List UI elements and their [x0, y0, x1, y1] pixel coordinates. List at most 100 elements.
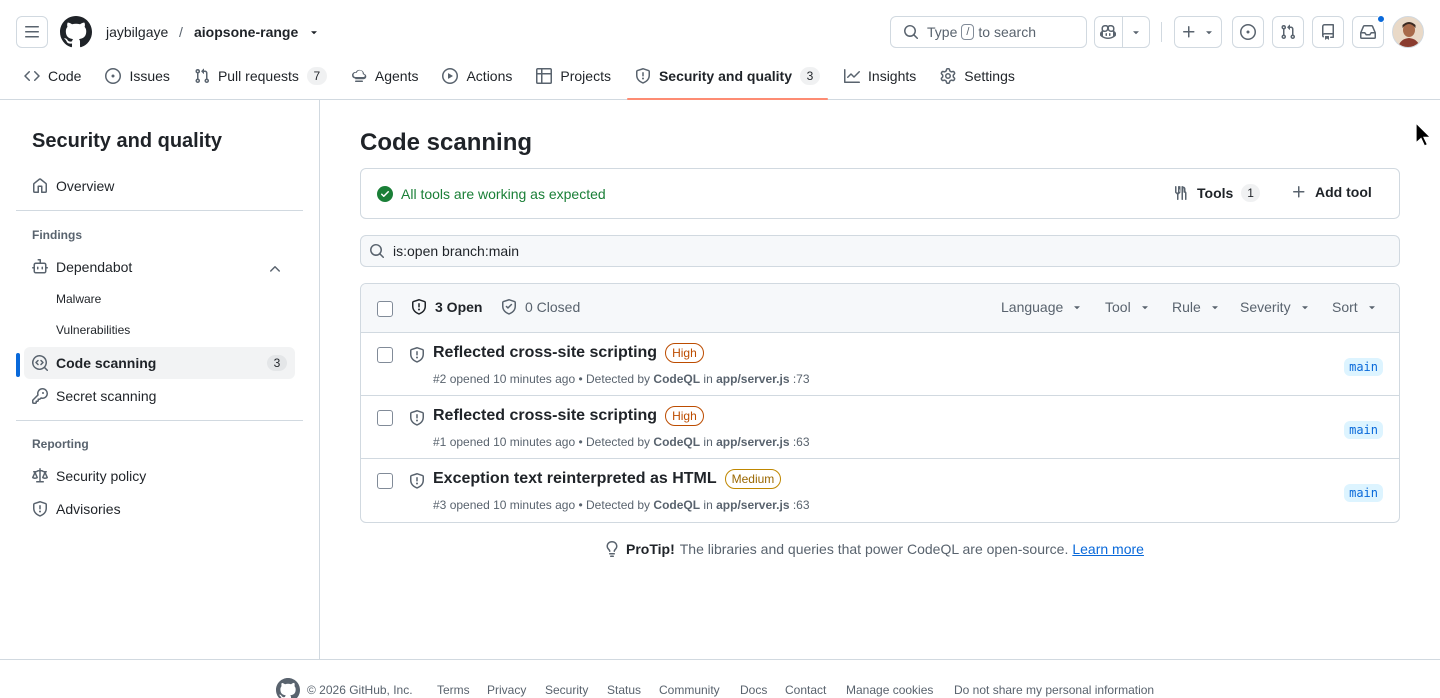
shield-icon [410, 347, 424, 363]
sort-filter-menu[interactable]: Sort [1332, 299, 1378, 315]
alert-detected-by: • Detected by [578, 372, 651, 386]
issue-icon [1240, 24, 1256, 40]
sidebar-item-code-scanning[interactable]: Code scanning 3 [16, 347, 295, 379]
tab-security-and-quality[interactable]: Security and quality 3 [626, 60, 829, 100]
learn-more-link[interactable]: Learn more [1072, 541, 1144, 557]
create-new-button[interactable] [1174, 16, 1222, 48]
sidebar-item-malware[interactable]: Malware [56, 291, 101, 307]
footer-link-terms[interactable]: Terms [437, 682, 470, 698]
github-logo-icon[interactable] [276, 678, 300, 698]
tab-code[interactable]: Code [16, 60, 89, 92]
filter-menu-label: Language [1001, 299, 1064, 315]
shield-icon [410, 410, 424, 426]
avatar[interactable] [1392, 16, 1424, 48]
select-all-checkbox[interactable] [377, 301, 393, 317]
add-tool-button[interactable]: Add tool [1291, 184, 1372, 200]
sidebar-item-secret-scanning[interactable]: Secret scanning [24, 380, 295, 412]
footer-link-privacy[interactable]: Privacy [487, 682, 526, 698]
sidebar-item-label: Code scanning [56, 355, 157, 371]
tab-insights[interactable]: Insights [836, 60, 924, 92]
copilot-menu-button[interactable] [1121, 17, 1149, 47]
sidebar-title: Security and quality [32, 130, 223, 152]
language-filter-menu[interactable]: Language [1001, 299, 1083, 315]
tab-label: Settings [964, 68, 1015, 84]
closed-alerts-toggle[interactable]: 0 Closed [501, 299, 580, 315]
tab-label: Projects [560, 68, 611, 84]
row-checkbox[interactable] [377, 347, 393, 363]
tab-settings[interactable]: Settings [932, 60, 1023, 92]
row-checkbox[interactable] [377, 410, 393, 426]
tab-label: Issues [129, 68, 170, 84]
sidebar: Security and quality Overview Findings D… [0, 100, 320, 659]
footer-link-do-not-share-my-personal-information[interactable]: Do not share my personal information [954, 682, 1154, 698]
alert-title-link[interactable]: Reflected cross-site scripting [433, 344, 657, 362]
alert-filter-input[interactable]: is:open branch:main [360, 235, 1400, 267]
top-bar: jaybilgaye / aiopsone-range Type / to sear… [0, 0, 1440, 64]
your-pull-requests-button[interactable] [1272, 16, 1304, 48]
shield-check-icon [502, 299, 516, 315]
header-divider [1161, 22, 1162, 42]
table-row[interactable]: Reflected cross-site scripting High #2 ope… [361, 333, 1399, 396]
sidebar-item-overview[interactable]: Overview [24, 170, 295, 202]
sidebar-item-vulnerabilities[interactable]: Vulnerabilities [56, 322, 130, 338]
alert-in: in [703, 435, 713, 449]
open-alerts-toggle[interactable]: 3 Open [411, 299, 482, 315]
search-input[interactable]: Type / to search [890, 16, 1087, 48]
sidebar-item-security-policy[interactable]: Security policy [24, 460, 295, 492]
findings-heading: Findings [32, 228, 82, 242]
copilot-button[interactable] [1095, 17, 1122, 47]
footer-link-community[interactable]: Community [659, 682, 720, 698]
copilot-button-group [1094, 16, 1150, 48]
sidebar-item-label: Advisories [56, 501, 121, 517]
footer-link-docs[interactable]: Docs [740, 682, 767, 698]
alert-shield-icon-wrap [409, 410, 425, 426]
code-scanning-count-badge: 3 [267, 355, 287, 371]
tab-pull-requests[interactable]: Pull requests 7 [186, 60, 335, 92]
alert-title-link[interactable]: Exception text reinterpreted as HTML [433, 470, 717, 488]
footer-link-status[interactable]: Status [607, 682, 641, 698]
tab-issues[interactable]: Issues [97, 60, 177, 92]
github-logo-icon[interactable] [60, 16, 92, 48]
table-row[interactable]: Exception text reinterpreted as HTML Medi… [361, 459, 1399, 522]
menu-button[interactable] [16, 16, 48, 48]
footer: © 2026 GitHub, Inc. Terms Privacy Security… [0, 659, 1440, 698]
open-alerts-label: 3 Open [435, 299, 483, 315]
search-prefix: Type [927, 24, 958, 40]
footer-link-security[interactable]: Security [545, 682, 588, 698]
tab-projects[interactable]: Projects [528, 60, 619, 92]
alert-opened: opened 10 minutes ago [449, 498, 576, 512]
alert-detected-by: • Detected by [578, 498, 651, 512]
chevron-up-icon[interactable] [267, 261, 283, 277]
alert-title-link[interactable]: Reflected cross-site scripting [433, 407, 657, 425]
your-issues-button[interactable] [1232, 16, 1264, 48]
repo-switch-caret-icon[interactable] [308, 26, 320, 38]
tool-status-banner: All tools are working as expected Tools … [360, 168, 1400, 219]
table-row[interactable]: Reflected cross-site scripting High #1 ope… [361, 396, 1399, 459]
footer-link-manage-cookies[interactable]: Manage cookies [846, 682, 933, 698]
tool-filter-menu[interactable]: Tool [1105, 299, 1151, 315]
sidebar-item-dependabot[interactable]: Dependabot [24, 251, 295, 283]
breadcrumb-repo[interactable]: aiopsone-range [194, 22, 298, 42]
breadcrumb-owner[interactable]: jaybilgaye [106, 22, 168, 42]
alert-file: app/server.js [716, 498, 790, 512]
key-icon [32, 388, 48, 404]
sidebar-item-advisories[interactable]: Advisories [24, 493, 295, 525]
protip-label: ProTip! [626, 541, 675, 557]
tools-button[interactable]: Tools 1 [1173, 184, 1260, 202]
tab-agents[interactable]: Agents [343, 60, 427, 92]
sidebar-divider [16, 210, 303, 211]
severity-filter-menu[interactable]: Severity [1240, 299, 1311, 315]
row-checkbox[interactable] [377, 473, 393, 489]
user-avatar-icon [1393, 17, 1423, 47]
plus-icon [1293, 186, 1305, 198]
rule-filter-menu[interactable]: Rule [1172, 299, 1221, 315]
tab-actions[interactable]: Actions [434, 60, 520, 92]
tab-label: Actions [466, 68, 513, 84]
chevron-down-icon [1141, 306, 1148, 310]
footer-link-contact[interactable]: Contact [785, 682, 826, 698]
filter-menu-label: Tool [1105, 299, 1131, 315]
breadcrumb-separator: / [179, 24, 183, 40]
repositories-button[interactable] [1312, 16, 1344, 48]
protip-text: The libraries and queries that power Cod… [679, 541, 1069, 557]
alert-title-line: Reflected cross-site scripting High [433, 406, 704, 426]
